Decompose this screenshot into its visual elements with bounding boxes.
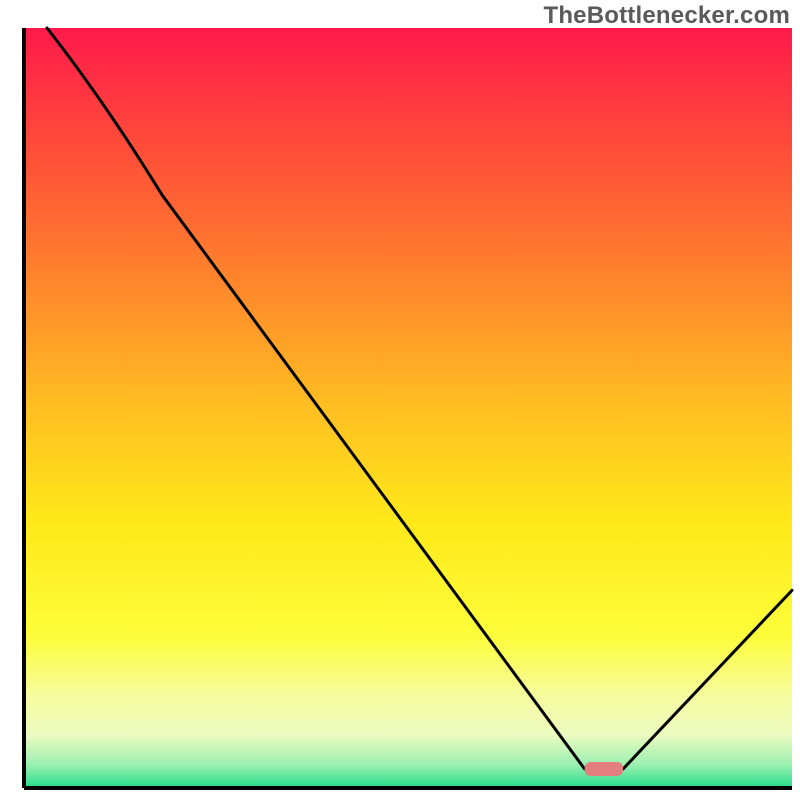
- watermark-label: TheBottlenecker.com: [543, 2, 790, 30]
- bottleneck-chart: [0, 0, 800, 800]
- plot-background: [24, 28, 792, 788]
- chart-container: TheBottlenecker.com: [0, 0, 800, 800]
- optimal-marker: [585, 762, 623, 776]
